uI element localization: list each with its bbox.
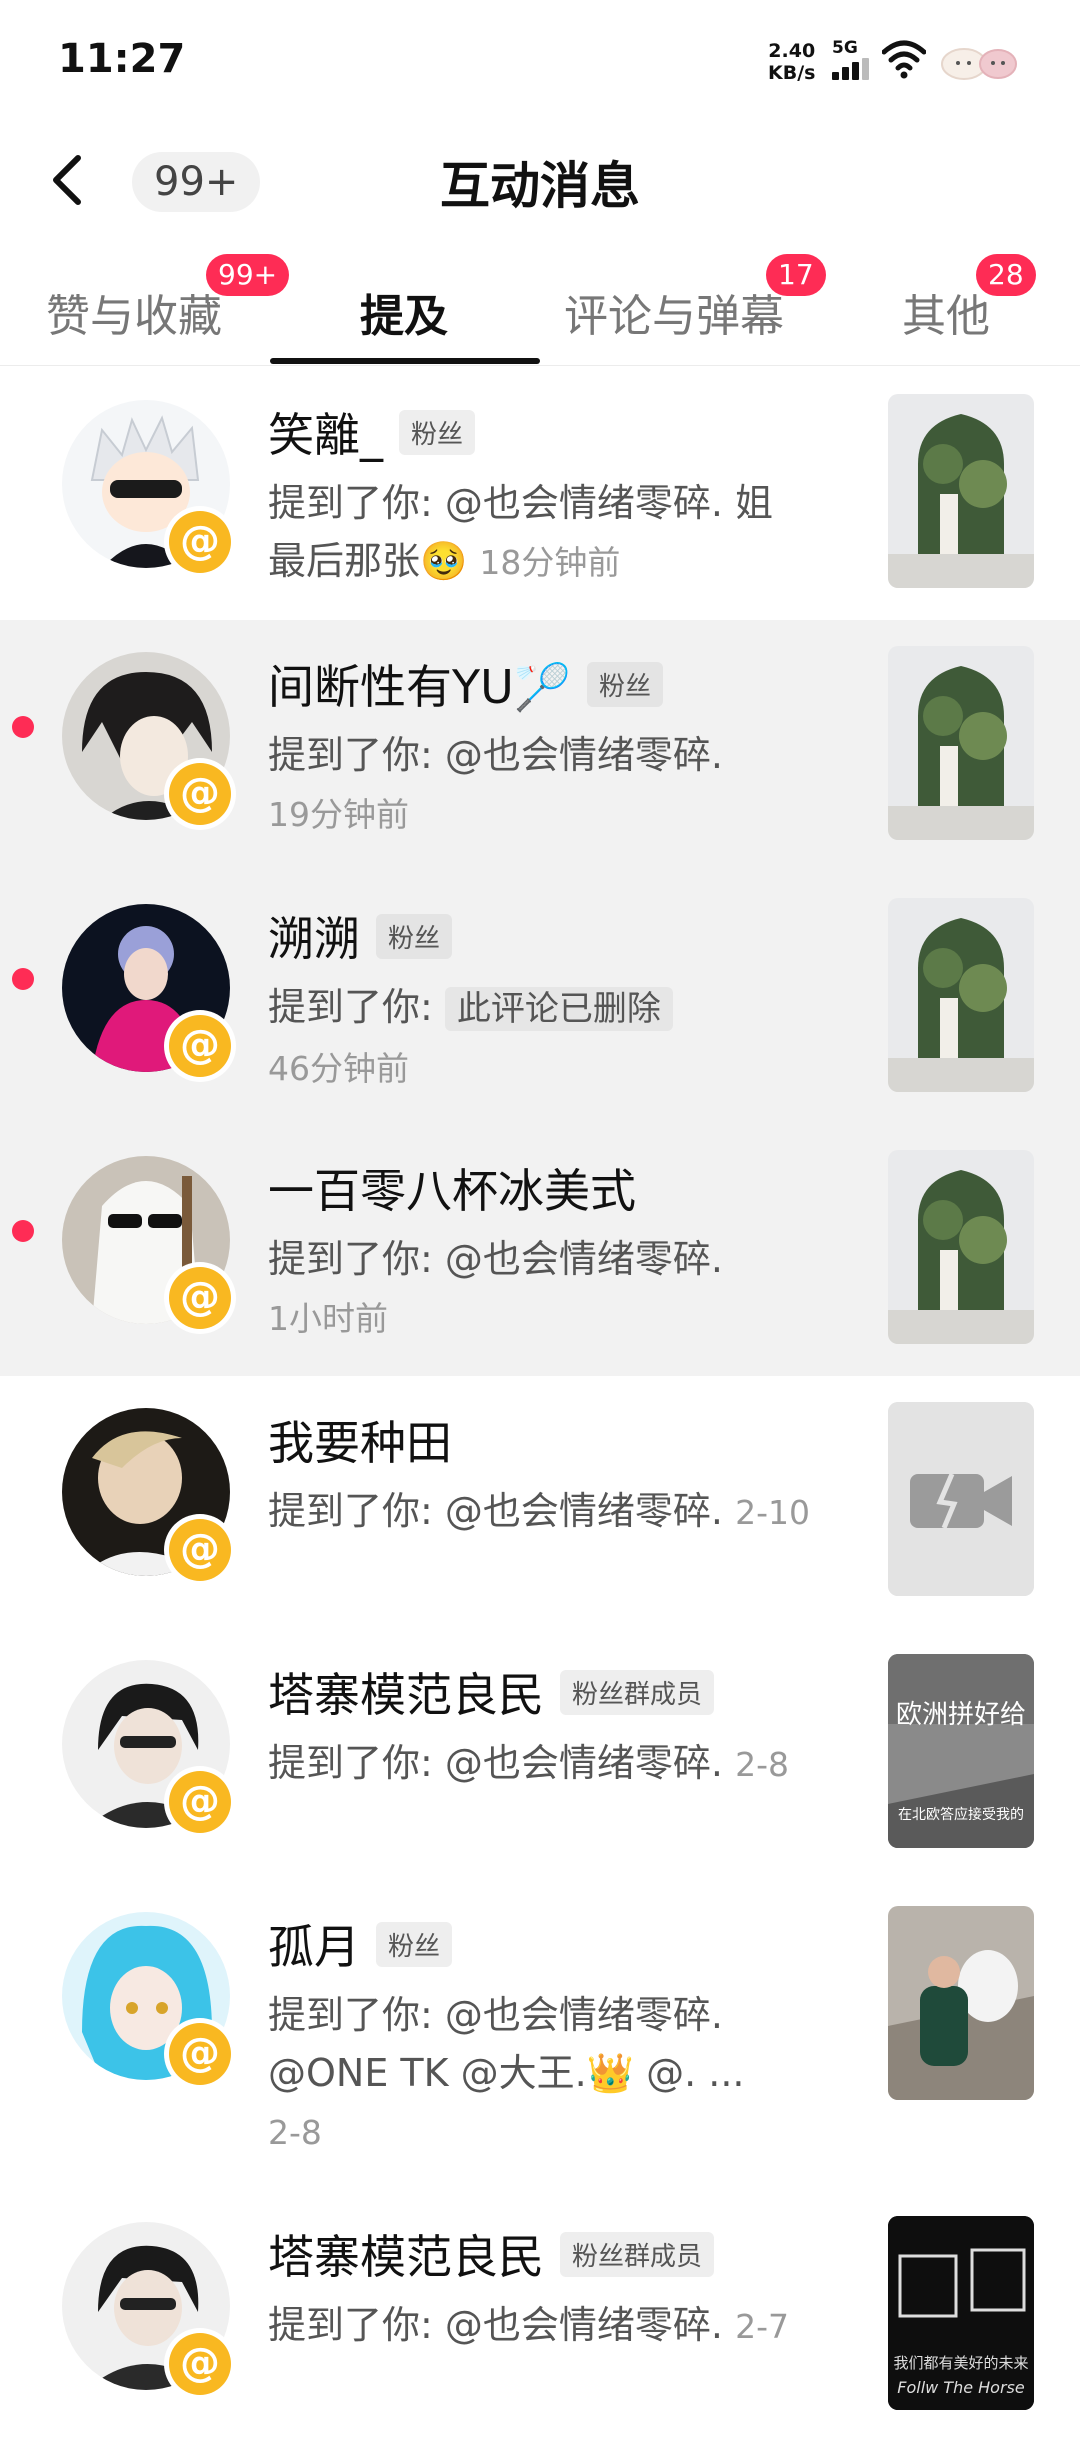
fan-tag: 粉丝 <box>376 1921 453 1967</box>
speed-value: 2.40 <box>768 40 816 62</box>
mention-content: 提到了你: @也会情绪零碎. 姐 最后那张🥹 18分钟前 <box>268 481 774 583</box>
bunny-battery-icon <box>941 48 1017 80</box>
network-speed: 2.40 KB/s <box>768 40 815 84</box>
user-name[interactable]: 我要种田 <box>268 1407 452 1473</box>
tab-badge-others: 28 <box>976 254 1036 296</box>
mention-badge: @ <box>164 1262 236 1334</box>
video-thumbnail[interactable] <box>888 1402 1034 1596</box>
thumbnail-caption: 欧洲拼好给 <box>895 1700 1026 1730</box>
video-thumbnail[interactable] <box>888 1906 1034 2100</box>
user-name[interactable]: 笑離_ <box>268 399 383 465</box>
tab-mentions[interactable]: 提及 <box>360 280 448 344</box>
wifi-icon <box>882 40 926 79</box>
fan-tag: 粉丝 <box>376 913 453 959</box>
fan-group-tag: 粉丝群成员 <box>560 1669 715 1715</box>
fan-group-tag: 粉丝群成员 <box>560 2231 715 2277</box>
mention-content: 提到了你: @也会情绪零碎. 2-8 <box>268 1741 789 1785</box>
list-item[interactable]: @ 孤月 粉丝 提到了你: @也会情绪零碎. @ONE TK @大王.👑 @. … <box>0 1880 1080 2190</box>
status-bar: 11:27 2.40 KB/s 5G <box>0 0 1080 120</box>
timestamp: 19分钟前 <box>268 795 409 834</box>
tab-likes-favorites[interactable]: 赞与收藏 <box>46 280 222 344</box>
user-name[interactable]: 塔寨模范良民 <box>268 2221 544 2287</box>
list-item[interactable]: @ 一百零八杯冰美式 提到了你: @也会情绪零碎. 1小时前 <box>0 1124 1080 1376</box>
timestamp: 46分钟前 <box>268 1049 409 1088</box>
network-type: 5G <box>832 38 858 58</box>
user-name[interactable]: 间断性有YU🏸 <box>268 651 571 717</box>
tab-bar: 赞与收藏 99+ 提及 评论与弹幕 17 其他 28 <box>0 250 1080 366</box>
mention-badge: @ <box>164 2328 236 2400</box>
list-item[interactable]: @ 塔寨模范良民 粉丝群成员 提到了你: @也会情绪零碎. 2-8 欧洲拼好给 … <box>0 1628 1080 1880</box>
video-thumbnail[interactable] <box>888 646 1034 840</box>
user-name[interactable]: 塔寨模范良民 <box>268 1659 544 1725</box>
header: 99+ 互动消息 <box>0 130 1080 230</box>
tab-label: 提及 <box>360 291 448 342</box>
timestamp: 1小时前 <box>268 1299 388 1338</box>
tab-badge-comments: 17 <box>766 254 826 296</box>
status-time: 11:27 <box>58 36 186 82</box>
video-thumbnail[interactable] <box>888 394 1034 588</box>
user-name[interactable]: 孤月 <box>268 1911 360 1977</box>
tab-comments-danmaku[interactable]: 评论与弹幕 <box>564 280 784 344</box>
tab-label: 赞与收藏 <box>46 291 222 342</box>
mention-content: 提到了你: @也会情绪零碎. 1小时前 <box>268 1237 723 1338</box>
signal-icon <box>832 58 872 80</box>
tab-others[interactable]: 其他 <box>902 280 990 344</box>
mention-content: 提到了你: @也会情绪零碎. 2-10 <box>268 1489 810 1533</box>
video-thumbnail[interactable] <box>888 898 1034 1092</box>
video-thumbnail[interactable] <box>888 1150 1034 1344</box>
deleted-comment-label: 此评论已删除 <box>444 987 673 1031</box>
timestamp: 18分钟前 <box>479 543 621 582</box>
mention-badge: @ <box>164 2018 236 2090</box>
user-name[interactable]: 溯溯 <box>268 903 360 969</box>
mention-content: 提到了你: @也会情绪零碎. 2-7 <box>268 2303 789 2347</box>
fan-tag: 粉丝 <box>587 661 664 707</box>
mention-content: 提到了你: @也会情绪零碎. @ONE TK @大王.👑 @. ... 2-8 <box>268 1993 745 2152</box>
unread-dot <box>12 716 34 738</box>
page-title: 互动消息 <box>440 157 640 215</box>
tab-label: 评论与弹幕 <box>564 291 784 342</box>
list-item[interactable]: @ 间断性有YU🏸 粉丝 提到了你: @也会情绪零碎. 19分钟前 <box>0 620 1080 872</box>
mention-badge: @ <box>164 1514 236 1586</box>
mention-badge: @ <box>164 506 236 578</box>
video-unavailable-icon <box>888 1402 1034 1596</box>
thumbnail-caption: 我们都有美好的未来 <box>893 2354 1029 2372</box>
unread-dot <box>12 1220 34 1242</box>
mention-content: 提到了你: 此评论已删除 46分钟前 <box>268 978 858 1098</box>
tab-label: 其他 <box>902 291 990 342</box>
list-item[interactable]: @ 我要种田 提到了你: @也会情绪零碎. 2-10 <box>0 1376 1080 1628</box>
mention-badge: @ <box>164 1010 236 1082</box>
thumbnail-subcaption: 在北欧答应接受我的 <box>898 1807 1024 1823</box>
tab-badge-likes: 99+ <box>206 254 290 296</box>
mention-content: 提到了你: @也会情绪零碎. 19分钟前 <box>268 733 723 834</box>
speed-unit: KB/s <box>768 62 816 84</box>
unread-dot <box>12 968 34 990</box>
thumbnail-subcaption: Follw The Horse <box>897 2378 1025 2397</box>
fan-tag: 粉丝 <box>399 409 476 455</box>
video-thumbnail[interactable]: 欧洲拼好给 在北欧答应接受我的 <box>888 1654 1034 1848</box>
list-item[interactable]: @ 塔寨模范良民 粉丝群成员 提到了你: @也会情绪零碎. 2-7 我们都有美好… <box>0 2190 1080 2442</box>
video-thumbnail[interactable]: 我们都有美好的未来 Follw The Horse <box>888 2216 1034 2410</box>
list-item[interactable]: @ 溯溯 粉丝 提到了你: 此评论已删除 46分钟前 <box>0 872 1080 1124</box>
mention-badge: @ <box>164 1766 236 1838</box>
timestamp: 2-7 <box>735 2307 789 2346</box>
timestamp: 2-10 <box>735 1493 810 1532</box>
mention-badge: @ <box>164 758 236 830</box>
mention-list: @ 笑離_ 粉丝 提到了你: @也会情绪零碎. 姐 最后那张🥹 18分钟前 @ … <box>0 368 1080 2442</box>
active-tab-indicator <box>270 358 540 364</box>
timestamp: 2-8 <box>268 2113 322 2152</box>
timestamp: 2-8 <box>735 1745 789 1784</box>
list-item[interactable]: @ 笑離_ 粉丝 提到了你: @也会情绪零碎. 姐 最后那张🥹 18分钟前 <box>0 368 1080 620</box>
user-name[interactable]: 一百零八杯冰美式 <box>268 1155 636 1221</box>
